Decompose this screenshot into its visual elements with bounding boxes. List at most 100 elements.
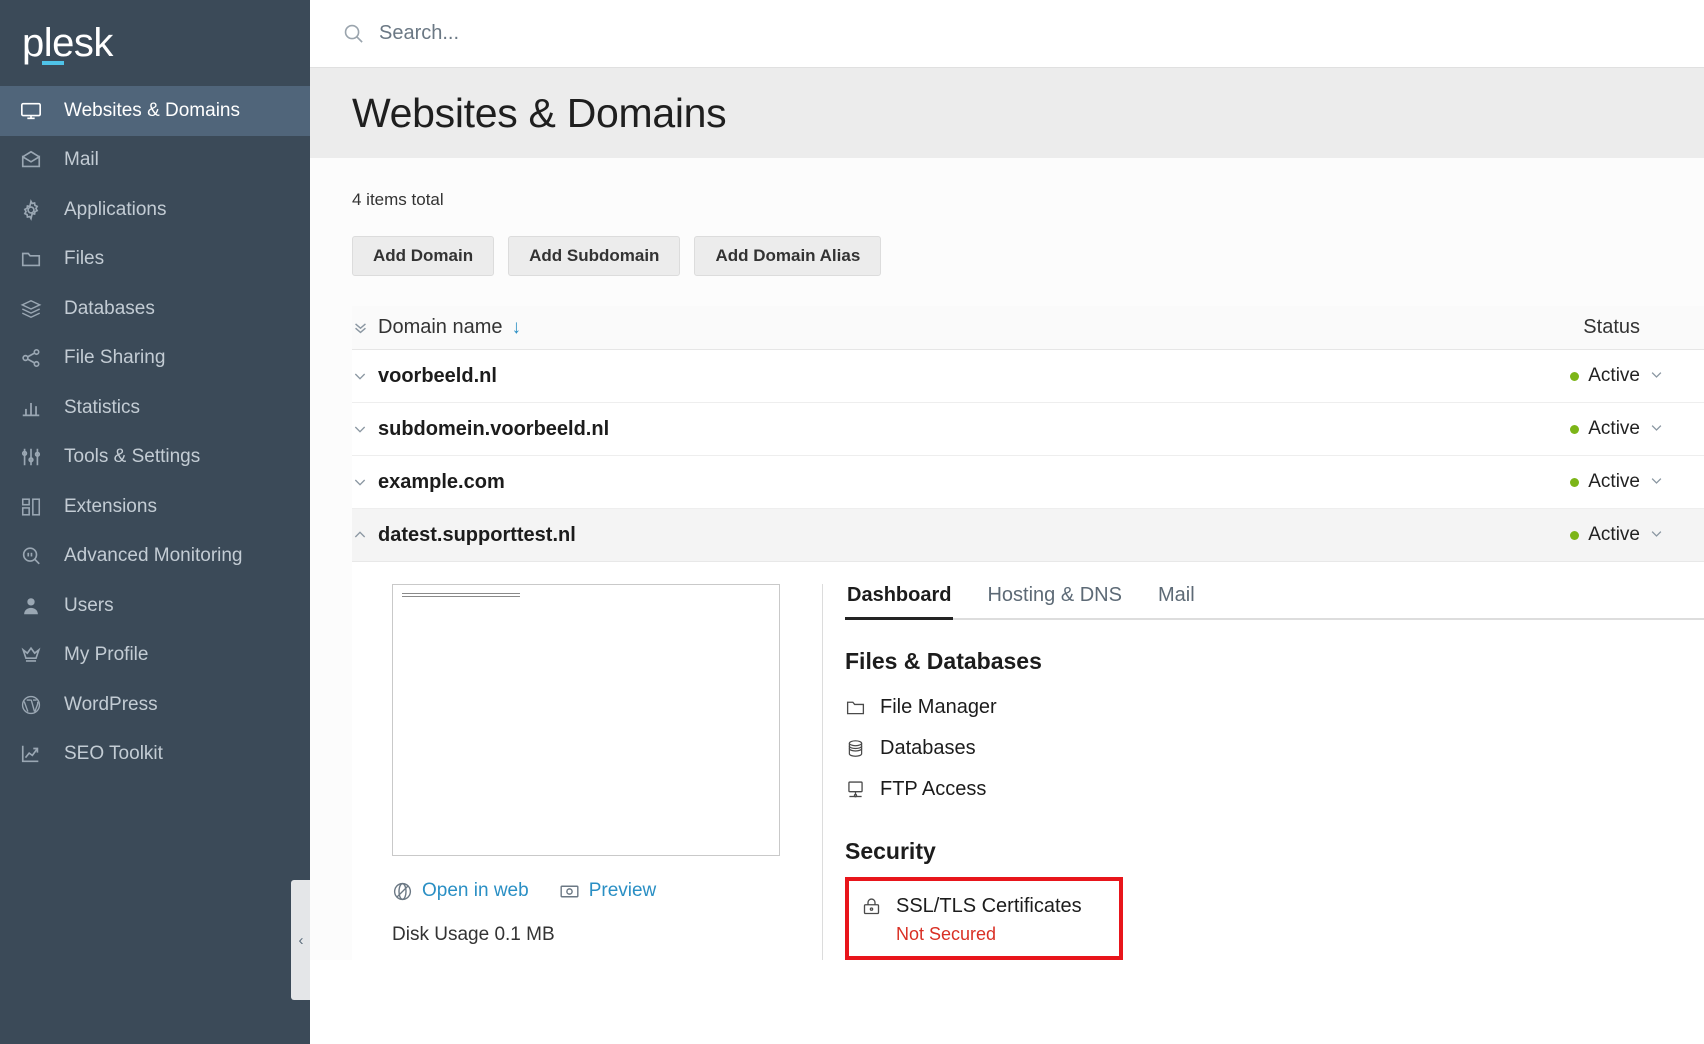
domain-name-link[interactable]: example.com: [378, 471, 505, 494]
domain-name-link[interactable]: voorbeeld.nl: [378, 365, 497, 388]
site-screenshot-thumbnail[interactable]: [392, 584, 780, 856]
disk-usage-row: Disk Usage 0.1 MB: [392, 924, 822, 946]
table-row[interactable]: voorbeeld.nl Active: [352, 350, 1704, 403]
chevron-down-icon[interactable]: [1649, 473, 1664, 491]
site-preview-column: Open in web Preview Disk Usage 0.1 MB: [392, 584, 822, 960]
sidebar-item-advanced-monitoring[interactable]: Advanced Monitoring: [0, 532, 310, 582]
status-badge[interactable]: Active: [1570, 524, 1704, 546]
status-dot-icon: [1570, 477, 1580, 487]
sidebar-item-my-profile[interactable]: My Profile: [0, 631, 310, 681]
sidebar-item-label: Users: [64, 594, 114, 616]
items-total-label: 4 items total: [352, 190, 444, 209]
chevron-down-icon[interactable]: [1649, 526, 1664, 544]
files-databases-heading: Files & Databases: [845, 648, 1042, 674]
chevron-down-icon[interactable]: [1649, 420, 1664, 438]
table-row[interactable]: example.com Active: [352, 456, 1704, 509]
add-domain-button[interactable]: Add Domain: [352, 236, 495, 276]
column-header-status[interactable]: Status: [1583, 316, 1704, 339]
add-subdomain-button[interactable]: Add Subdomain: [508, 236, 681, 276]
status-label: Active: [1588, 524, 1640, 545]
open-in-web-link[interactable]: Open in web: [392, 880, 529, 902]
preview-label: Preview: [588, 880, 657, 901]
tab-mail[interactable]: Mail: [1156, 584, 1197, 618]
status-dot-icon: [1570, 371, 1580, 381]
open-in-web-label: Open in web: [422, 880, 529, 901]
ftp-access-label: FTP Access: [880, 778, 987, 800]
status-dot-icon: [1570, 530, 1580, 540]
database-icon: [845, 738, 867, 759]
sidebar-item-users[interactable]: Users: [0, 581, 310, 631]
database-stack-icon: [20, 297, 50, 321]
domain-name-link[interactable]: subdomein.voorbeeld.nl: [378, 418, 609, 441]
sidebar-collapse-handle[interactable]: ‹: [291, 880, 311, 1000]
share-icon: [20, 346, 50, 370]
tab-dashboard[interactable]: Dashboard: [845, 584, 954, 620]
sliders-icon: [20, 445, 50, 469]
sidebar-item-label: My Profile: [64, 644, 149, 666]
sidebar-item-tools-settings[interactable]: Tools & Settings: [0, 433, 310, 483]
plesk-logo[interactable]: plesk: [0, 0, 310, 86]
row-collapse-chevron-icon[interactable]: [352, 527, 378, 543]
tab-hosting-dns[interactable]: Hosting & DNS: [985, 584, 1124, 618]
ftp-monitor-icon: [845, 779, 867, 800]
monitor-icon: [20, 99, 50, 123]
preview-link[interactable]: Preview: [559, 880, 657, 902]
row-expand-chevron-icon[interactable]: [352, 368, 378, 384]
plesk-logo-text: plesk: [22, 21, 113, 65]
sidebar-item-wordpress[interactable]: WordPress: [0, 680, 310, 730]
sidebar-item-applications[interactable]: Applications: [0, 185, 310, 235]
file-manager-label: File Manager: [880, 696, 997, 718]
table-row[interactable]: subdomein.voorbeeld.nl Active: [352, 403, 1704, 456]
expand-all-chevron-icon[interactable]: [352, 319, 378, 336]
sidebar-item-statistics[interactable]: Statistics: [0, 383, 310, 433]
gear-icon: [20, 198, 50, 222]
sidebar-item-mail[interactable]: Mail: [0, 136, 310, 186]
sidebar-item-label: Applications: [64, 198, 167, 220]
chevron-left-icon: ‹: [298, 931, 304, 949]
add-domain-alias-button[interactable]: Add Domain Alias: [694, 236, 882, 276]
search-input[interactable]: [379, 22, 779, 45]
sidebar-item-label: Extensions: [64, 495, 157, 517]
sidebar-item-databases[interactable]: Databases: [0, 284, 310, 334]
sidebar-item-label: WordPress: [64, 693, 158, 715]
eye-icon: [559, 881, 580, 902]
row-expand-chevron-icon[interactable]: [352, 474, 378, 490]
table-row-expanded[interactable]: datest.supporttest.nl Active: [352, 509, 1704, 562]
page-content: 4 items total Add Domain Add Subdomain A…: [310, 158, 1704, 960]
sidebar-item-label: File Sharing: [64, 347, 166, 369]
status-label: Active: [1588, 365, 1640, 386]
databases-label: Databases: [880, 737, 976, 759]
status-badge[interactable]: Active: [1570, 471, 1704, 493]
mail-icon: [20, 148, 50, 172]
main-area: Websites & Domains 4 items total Add Dom…: [310, 0, 1704, 1044]
ftp-access-link[interactable]: FTP Access: [845, 769, 1704, 810]
domain-name-link[interactable]: datest.supporttest.nl: [378, 524, 576, 547]
action-button-row: Add Domain Add Subdomain Add Domain Alia…: [310, 210, 1704, 276]
ssl-status-text: Not Secured: [896, 924, 997, 944]
user-icon: [20, 594, 50, 618]
status-badge[interactable]: Active: [1570, 365, 1704, 387]
status-badge[interactable]: Active: [1570, 418, 1704, 440]
ssl-tls-highlight-annotation: SSL/TLS Certificates Not Secured: [845, 877, 1123, 960]
column-header-domain-name[interactable]: Domain name ↓: [378, 316, 521, 339]
sidebar-item-extensions[interactable]: Extensions: [0, 482, 310, 532]
seo-chart-icon: [20, 742, 50, 766]
sidebar-item-files[interactable]: Files: [0, 235, 310, 285]
sidebar-item-seo-toolkit[interactable]: SEO Toolkit: [0, 730, 310, 780]
ssl-tls-certificates-link[interactable]: SSL/TLS Certificates: [861, 890, 1107, 922]
bar-chart-icon: [20, 396, 50, 420]
crown-icon: [20, 643, 50, 667]
status-label: Active: [1588, 418, 1640, 439]
sidebar-item-websites-domains[interactable]: Websites & Domains: [0, 86, 310, 136]
sidebar-item-label: Databases: [64, 297, 155, 319]
top-search-bar: [310, 0, 1704, 68]
row-expand-chevron-icon[interactable]: [352, 421, 378, 437]
sidebar-item-file-sharing[interactable]: File Sharing: [0, 334, 310, 384]
page-header: Websites & Domains: [310, 68, 1704, 158]
chevron-down-icon[interactable]: [1649, 367, 1664, 385]
databases-link[interactable]: Databases: [845, 728, 1704, 769]
domains-table: Domain name ↓ Status voorbeeld.nl Active: [352, 306, 1704, 960]
folder-icon: [20, 247, 50, 271]
file-manager-link[interactable]: File Manager: [845, 687, 1704, 728]
search-icon: [342, 22, 365, 45]
